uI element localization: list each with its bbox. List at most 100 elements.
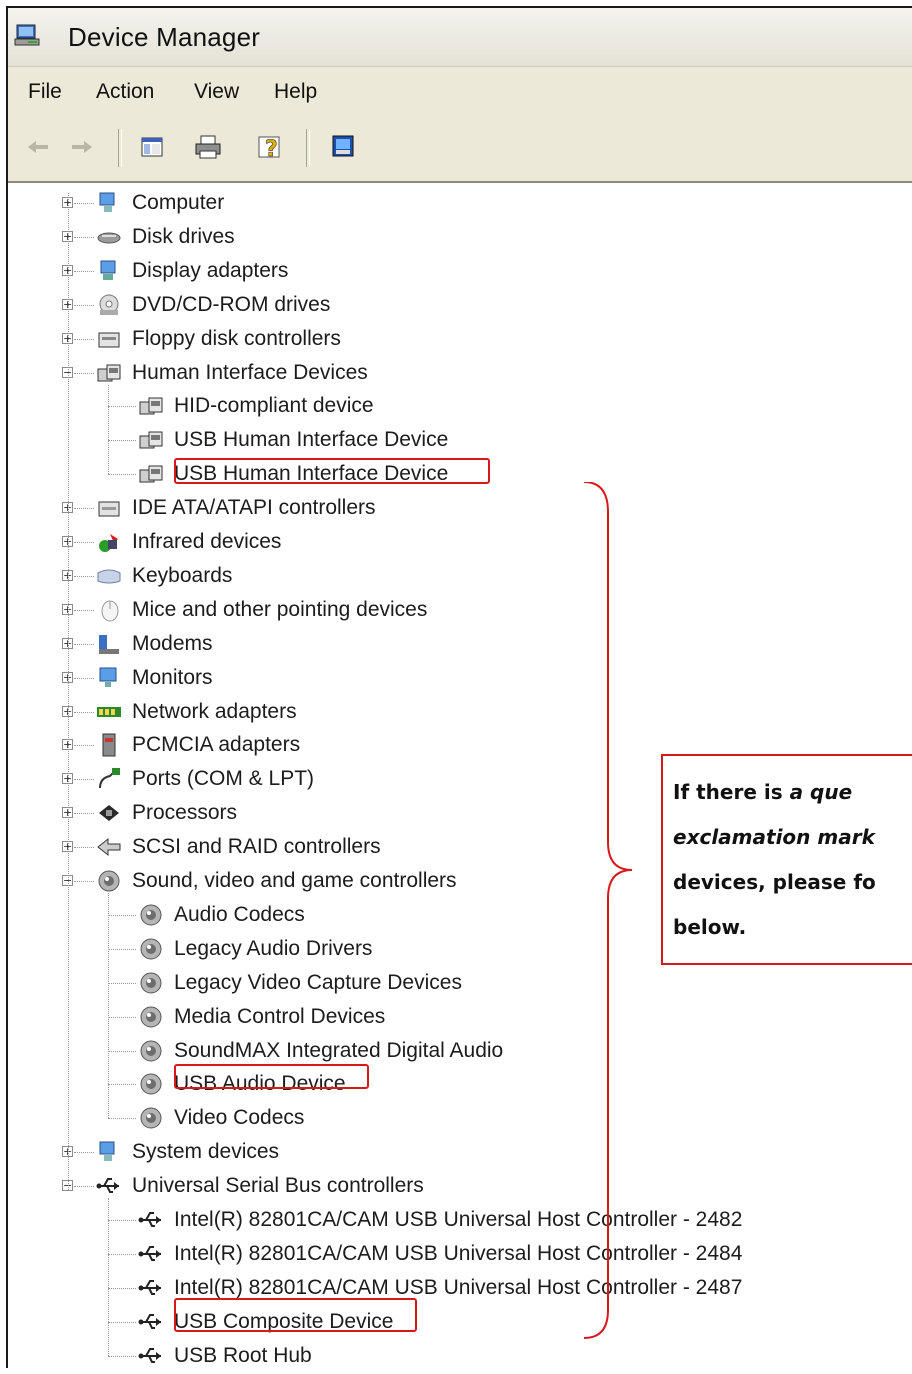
floppy-controller-icon [96, 326, 122, 352]
tree-connector [108, 982, 136, 984]
tree-category-scsi-and-raid-controllers[interactable]: SCSI and RAID controllers [96, 831, 381, 863]
tree-item-label: Universal Serial Bus controllers [132, 1174, 424, 1198]
tree-item-label: Ports (COM & LPT) [132, 767, 315, 791]
tree-item-label: Infrared devices [132, 530, 282, 553]
tree-item-label: Keyboards [132, 563, 233, 587]
device-manager-app-icon [14, 24, 40, 46]
tree-item-label: Modems [132, 631, 213, 655]
tree-item-label: Floppy disk controllers [132, 326, 341, 350]
computer-icon [96, 190, 122, 216]
tree-item-label: Legacy Audio Drivers [174, 936, 373, 960]
system-device-icon [96, 1139, 122, 1165]
display-adapter-icon [96, 258, 122, 284]
tree-connector [108, 406, 136, 408]
toolbar-separator [118, 129, 122, 167]
tree-device-audio-codecs[interactable]: Audio Codecs [138, 899, 305, 931]
sound-icon [138, 902, 164, 928]
properties-button[interactable] [326, 129, 362, 165]
tree-branch-line [108, 893, 109, 1119]
tree-connector [74, 372, 94, 374]
tree-device-soundmax-integrated-digital-audio[interactable]: SoundMAX Integrated Digital Audio [138, 1035, 503, 1067]
mouse-icon [96, 597, 122, 623]
tree-category-system-devices[interactable]: System devices [96, 1136, 279, 1168]
tree-item-label: Network adapters [132, 699, 297, 723]
cd-drive-icon [96, 292, 122, 318]
forward-arrow-icon [72, 141, 92, 153]
tree-category-ide-ata-atapi-controllers[interactable]: IDE ATA/ATAPI controllers [96, 492, 376, 524]
tree-item-label: DVD/CD-ROM drives [132, 292, 331, 316]
tree-connector [74, 270, 94, 272]
tree-device-media-control-devices[interactable]: Media Control Devices [138, 1001, 385, 1033]
tree-connector [74, 304, 94, 306]
tree-connector [108, 440, 136, 442]
help-button[interactable]: ? [252, 129, 288, 165]
tree-category-mice-and-other-pointing-devices[interactable]: Mice and other pointing devices [96, 594, 427, 626]
show-hide-console-tree-icon [141, 137, 163, 157]
tree-connector [74, 813, 94, 815]
tree-connector [74, 745, 94, 747]
callout-note: If there is a que exclamation mark devic… [661, 754, 912, 965]
tree-category-keyboards[interactable]: Keyboards [96, 560, 232, 592]
tree-category-floppy-disk-controllers[interactable]: Floppy disk controllers [96, 323, 341, 355]
tree-device-usb-root-hub[interactable]: USB Root Hub [138, 1340, 312, 1372]
tree-item-label: USB Root Hub [174, 1343, 312, 1367]
tree-category-display-adapters[interactable]: Display adapters [96, 255, 288, 287]
sound-icon [96, 868, 122, 894]
tree-connector [74, 711, 94, 713]
menu-help[interactable]: Help [274, 80, 317, 104]
tree-device-legacy-video-capture-devices[interactable]: Legacy Video Capture Devices [138, 967, 462, 999]
tree-item-label: PCMCIA adapters [132, 733, 301, 757]
tree-connector [74, 203, 94, 204]
sound-icon [138, 1071, 164, 1097]
tree-category-monitors[interactable]: Monitors [96, 662, 213, 694]
tree-device-video-codecs[interactable]: Video Codecs [138, 1102, 304, 1134]
tree-branch-line [108, 1198, 109, 1356]
tree-category-pcmcia-adapters[interactable]: PCMCIA adapters [96, 729, 300, 761]
forward-button[interactable] [64, 129, 100, 165]
show-hide-tree-button[interactable] [134, 129, 170, 165]
menu-view[interactable]: View [194, 80, 239, 104]
tree-category-ports-com-lpt[interactable]: Ports (COM & LPT) [96, 763, 314, 795]
highlight-box-usb-hid [174, 458, 490, 484]
tree-category-processors[interactable]: Processors [96, 797, 237, 829]
svg-text:?: ? [265, 137, 278, 161]
highlight-box-usb-composite [174, 1298, 417, 1332]
print-button[interactable] [190, 129, 226, 165]
tree-category-human-interface-devices[interactable]: Human Interface Devices [96, 357, 368, 389]
tree-category-computer[interactable]: Computer [96, 187, 224, 219]
tree-category-network-adapters[interactable]: Network adapters [96, 696, 297, 728]
tree-connector [74, 542, 94, 543]
highlight-box-usb-audio [174, 1064, 369, 1089]
menu-action[interactable]: Action [96, 80, 154, 104]
usb-icon [138, 1241, 164, 1267]
tree-device-hid-compliant-device[interactable]: HID-compliant device [138, 390, 374, 422]
tree-category-infrared-devices[interactable]: Infrared devices [96, 526, 281, 558]
tree-connector [108, 1253, 136, 1255]
device-manager-window: Device Manager File Action View Help ? C… [6, 6, 912, 1368]
hid-icon [138, 393, 164, 419]
tree-connector [108, 474, 136, 476]
menu-file[interactable]: File [28, 80, 62, 104]
keyboard-icon [96, 563, 122, 589]
print-icon [195, 135, 221, 159]
tree-category-sound-video-and-game-controllers[interactable]: Sound, video and game controllers [96, 865, 457, 897]
back-arrow-icon [28, 141, 48, 153]
tree-device-usb-human-interface-device[interactable]: USB Human Interface Device [138, 424, 448, 456]
network-adapter-icon [96, 699, 122, 725]
tree-category-dvd-cd-rom-drives[interactable]: DVD/CD-ROM drives [96, 289, 330, 321]
tree-item-label: SCSI and RAID controllers [132, 835, 381, 859]
tree-category-disk-drives[interactable]: Disk drives [96, 221, 235, 253]
tree-item-label: Monitors [132, 665, 213, 689]
tree-device-legacy-audio-drivers[interactable]: Legacy Audio Drivers [138, 933, 372, 965]
tree-connector [74, 1186, 94, 1188]
ide-controller-icon [96, 495, 122, 521]
port-icon [96, 766, 122, 792]
back-button[interactable] [20, 129, 56, 165]
tree-category-modems[interactable]: Modems [96, 628, 213, 660]
processor-icon [96, 800, 122, 826]
title-bar[interactable]: Device Manager [8, 8, 912, 66]
window-title: Device Manager [68, 22, 261, 52]
tree-connector [74, 643, 94, 645]
tree-category-universal-serial-bus-controllers[interactable]: Universal Serial Bus controllers [96, 1170, 424, 1202]
tree-item-label: HID-compliant device [174, 394, 374, 418]
